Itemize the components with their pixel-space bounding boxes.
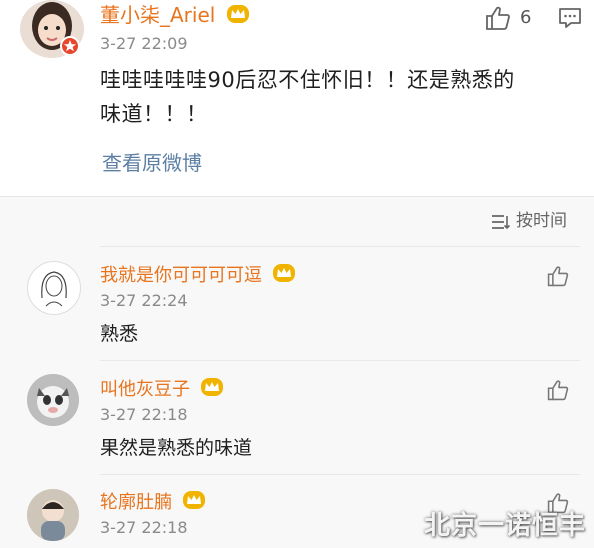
comment-icon[interactable]: [558, 6, 582, 34]
comment-avatar[interactable]: [27, 374, 79, 426]
comment-time: 3-27 22:24: [100, 291, 188, 310]
watermark: 北京一诺恒丰: [423, 511, 586, 541]
post-username[interactable]: 董小柒_Ariel: [100, 3, 250, 29]
post-like-count: 6: [520, 7, 532, 28]
comment-username[interactable]: 轮廓肚腩: [100, 490, 206, 516]
sort-icon: [490, 213, 511, 235]
crown-icon: [200, 377, 224, 403]
post-text-line1: 哇哇哇哇哇90后忍不住怀旧！！还是熟悉的: [100, 68, 515, 92]
crown-icon: [272, 263, 296, 289]
main-post: 董小柒_Ariel 3-27 22:09 6 哇哇哇哇哇90后忍不住怀旧！！还是…: [0, 0, 594, 196]
comment-like-button[interactable]: [546, 378, 570, 406]
comment-item: 我就是你可可可可逗 3-27 22:24 熟悉: [0, 247, 594, 359]
thumb-up-icon: [484, 5, 512, 35]
verified-badge-icon: [60, 36, 80, 56]
post-text-line2: 味道！！！: [100, 102, 208, 126]
crown-icon: [226, 4, 250, 29]
thumb-up-icon: [546, 266, 570, 292]
comment-time: 3-27 22:18: [100, 518, 188, 537]
comment-text: 果然是熟悉的味道: [100, 437, 253, 459]
comment-time: 3-27 22:18: [100, 405, 188, 424]
comment-username[interactable]: 叫他灰豆子: [100, 377, 224, 403]
view-original-link[interactable]: 查看原微博: [102, 151, 202, 175]
post-like-button[interactable]: 6: [484, 5, 554, 31]
crown-icon: [182, 490, 206, 516]
comment-username-text[interactable]: 我就是你可可可可逗: [100, 265, 262, 286]
comment-like-button[interactable]: [546, 264, 570, 292]
comment-text: 熟悉: [100, 323, 139, 345]
thumb-up-icon: [546, 380, 570, 406]
comment-username-text[interactable]: 叫他灰豆子: [100, 379, 190, 400]
post-time: 3-27 22:09: [100, 34, 188, 53]
comment-avatar[interactable]: [27, 489, 79, 541]
comment-avatar[interactable]: [27, 261, 81, 315]
comment-username-text[interactable]: 轮廓肚腩: [100, 492, 172, 513]
post-username-text[interactable]: 董小柒_Ariel: [100, 3, 215, 27]
comment-username[interactable]: 我就是你可可可可逗: [100, 263, 296, 289]
comment-item: 叫他灰豆子 3-27 22:18 果然是熟悉的味道: [0, 361, 594, 473]
sort-label: 按时间: [516, 211, 567, 231]
